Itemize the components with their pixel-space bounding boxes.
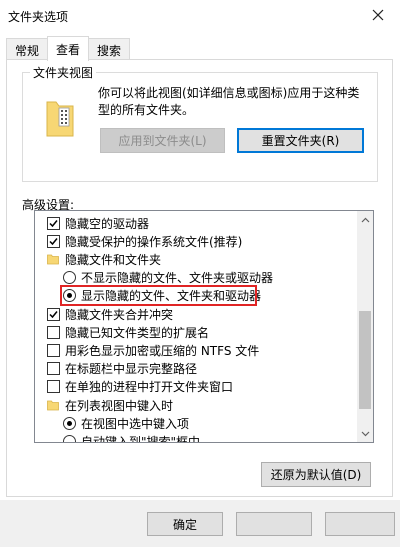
checkmark-icon — [49, 237, 58, 245]
list-scrollbar[interactable] — [357, 211, 373, 442]
checkbox-checked[interactable] — [47, 307, 60, 321]
advanced-item-label: 自动键入到"搜索"框中 — [81, 434, 201, 443]
folder-view-description: 你可以将此视图(如详细信息或图标)应用于这种类型的所有文件夹。 — [98, 86, 360, 117]
folder-icon — [47, 254, 59, 265]
checkbox-unchecked[interactable] — [47, 362, 60, 376]
advanced-item-label: 在标题栏中显示完整路径 — [65, 362, 198, 377]
advanced-item-label: 在单独的进程中打开文件夹窗口 — [65, 380, 234, 395]
radio-selected[interactable] — [63, 416, 76, 430]
advanced-item-label: 隐藏已知文件类型的扩展名 — [65, 325, 210, 340]
advanced-item: 在列表视图中键入时 — [47, 396, 173, 414]
advanced-item-label: 隐藏受保护的操作系统文件(推荐) — [65, 234, 243, 249]
scroll-thumb[interactable] — [359, 311, 371, 409]
scroll-down-button[interactable] — [357, 425, 373, 442]
advanced-item[interactable]: 隐藏空的驱动器 — [47, 214, 149, 232]
advanced-item-label: 隐藏空的驱动器 — [65, 216, 150, 231]
advanced-item-label: 隐藏文件和文件夹 — [65, 252, 162, 267]
tab-general[interactable]: 常规 — [6, 38, 49, 60]
apply-to-folders-button[interactable]: 应用到文件夹(L) — [100, 128, 225, 153]
scroll-up-button[interactable] — [357, 211, 373, 228]
chevron-down-icon — [361, 431, 369, 436]
title-bar: 文件夹选项 — [0, 0, 400, 32]
tab-view[interactable]: 查看 — [47, 36, 90, 61]
close-button[interactable] — [356, 0, 400, 30]
close-icon — [372, 9, 384, 21]
apply-button[interactable] — [325, 512, 395, 536]
advanced-item[interactable]: 隐藏已知文件类型的扩展名 — [47, 323, 209, 341]
advanced-item[interactable]: 在标题栏中显示完整路径 — [47, 360, 197, 378]
checkmark-icon — [49, 219, 58, 227]
advanced-item-label: 隐藏文件夹合并冲突 — [65, 307, 174, 322]
reset-folders-button[interactable]: 重置文件夹(R) — [237, 128, 364, 153]
advanced-item[interactable]: 在视图中选中键入项 — [63, 414, 189, 432]
checkbox-unchecked[interactable] — [47, 325, 60, 339]
advanced-item-label: 在列表视图中键入时 — [65, 398, 174, 413]
advanced-item-label: 用彩色显示加密或压缩的 NTFS 文件 — [65, 343, 260, 358]
restore-defaults-button[interactable]: 还原为默认值(D) — [261, 462, 371, 487]
advanced-item-label: 在视图中选中键入项 — [81, 416, 190, 431]
tab-strip: 常规 查看 搜索 — [6, 36, 131, 61]
advanced-item[interactable]: 隐藏文件夹合并冲突 — [47, 305, 173, 323]
advanced-item[interactable]: 用彩色显示加密或压缩的 NTFS 文件 — [47, 341, 259, 359]
window-title: 文件夹选项 — [8, 10, 69, 24]
advanced-item[interactable]: 自动键入到"搜索"框中 — [63, 432, 201, 443]
checkbox-unchecked[interactable] — [47, 343, 60, 357]
chevron-up-icon — [361, 217, 369, 222]
folder-view-legend: 文件夹视图 — [30, 64, 97, 81]
advanced-item[interactable]: 在单独的进程中打开文件夹窗口 — [47, 378, 233, 396]
checkbox-unchecked[interactable] — [47, 380, 60, 394]
checkbox-checked[interactable] — [47, 234, 60, 248]
advanced-item[interactable]: 隐藏受保护的操作系统文件(推荐) — [47, 232, 242, 250]
radio-unselected[interactable] — [63, 434, 76, 442]
radio-unselected[interactable] — [63, 271, 76, 285]
tab-search[interactable]: 搜索 — [88, 38, 131, 60]
checkmark-icon — [49, 310, 58, 318]
advanced-settings-list[interactable]: 隐藏空的驱动器隐藏受保护的操作系统文件(推荐) 隐藏文件和文件夹不显示隐藏的文件、… — [34, 210, 374, 443]
highlight-box — [60, 285, 257, 306]
cancel-button[interactable] — [236, 512, 312, 536]
advanced-item[interactable]: 不显示隐藏的文件、文件夹或驱动器 — [63, 269, 273, 287]
checkbox-checked[interactable] — [47, 216, 60, 230]
folder-icon — [47, 400, 59, 411]
advanced-item: 隐藏文件和文件夹 — [47, 250, 161, 268]
ok-button[interactable]: 确定 — [147, 512, 223, 536]
folder-view-icon — [46, 101, 74, 137]
advanced-item-label: 不显示隐藏的文件、文件夹或驱动器 — [81, 271, 274, 286]
